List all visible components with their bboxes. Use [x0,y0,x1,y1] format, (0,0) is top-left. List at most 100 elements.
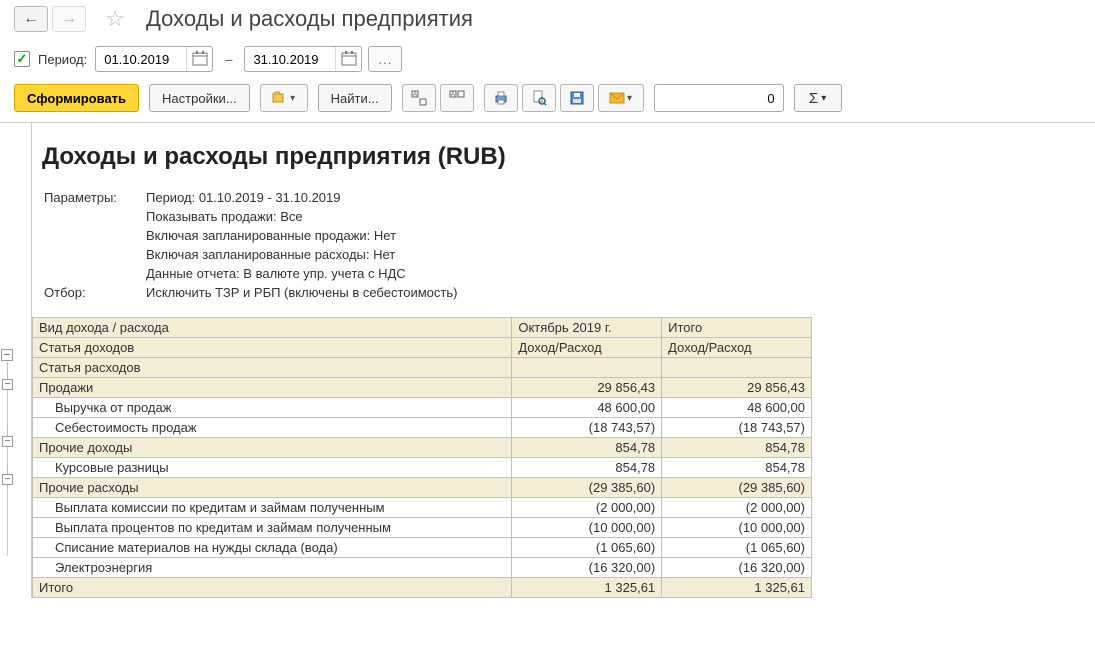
header-cell: Статья расходов [33,358,512,378]
table-row[interactable]: Продажи29 856,4329 856,43 [33,378,812,398]
calendar-icon[interactable] [186,47,212,71]
value-cell: (29 385,60) [512,478,662,498]
param-line: Включая запланированные расходы: Нет [146,246,465,263]
table-row[interactable]: Выручка от продаж48 600,0048 600,00 [33,398,812,418]
envelope-icon [609,90,625,106]
name-cell: Курсовые разницы [33,458,512,478]
variants-button[interactable]: ▾ [260,84,308,112]
generate-button[interactable]: Сформировать [14,84,139,112]
arrow-left-icon: ← [23,10,39,28]
table-row[interactable]: Выплата процентов по кредитам и займам п… [33,518,812,538]
name-cell: Выплата процентов по кредитам и займам п… [33,518,512,538]
find-button[interactable]: Найти... [318,84,392,112]
value-cell: 1 325,61 [512,578,662,598]
name-cell: Прочие доходы [33,438,512,458]
expand-groups-button[interactable]: A [402,84,436,112]
tree-expand-icon: A [411,90,427,106]
calendar-icon[interactable] [335,47,361,71]
email-button[interactable]: ▾ [598,84,644,112]
param-line: Включая запланированные продажи: Нет [146,227,465,244]
folder-arrow-icon [272,90,288,106]
table-row[interactable]: Курсовые разницы854,78854,78 [33,458,812,478]
chevron-down-icon: ▾ [627,93,632,104]
period-to-field[interactable] [245,52,335,67]
value-cell: (18 743,57) [512,418,662,438]
save-button[interactable] [560,84,594,112]
period-from-field[interactable] [96,52,186,67]
report-parameters: Параметры: Период: 01.10.2019 - 31.10.20… [32,187,1095,317]
preview-button[interactable] [522,84,556,112]
value-cell: 29 856,43 [512,378,662,398]
value-cell: 854,78 [512,458,662,478]
param-line: Данные отчета: В валюте упр. учета с НДС [146,265,465,282]
report-title: Доходы и расходы предприятия (RUB) [32,123,1095,187]
print-button[interactable] [484,84,518,112]
period-checkbox[interactable]: ✓ [14,51,30,67]
value-cell: 854,78 [512,438,662,458]
svg-text:A: A [451,92,455,98]
forward-button[interactable]: → [52,6,86,32]
value-cell: (2 000,00) [662,498,812,518]
table-row[interactable]: Итого1 325,611 325,61 [33,578,812,598]
param-line: Период: 01.10.2019 - 31.10.2019 [146,189,465,206]
value-cell: 1 325,61 [662,578,812,598]
name-cell: Себестоимость продаж [33,418,512,438]
table-row[interactable]: Прочие расходы(29 385,60)(29 385,60) [33,478,812,498]
table-row[interactable]: Прочие доходы854,78854,78 [33,438,812,458]
back-button[interactable]: ← [14,6,48,32]
name-cell: Электроэнергия [33,558,512,578]
period-to-input[interactable] [244,46,362,72]
value-cell: (1 065,60) [662,538,812,558]
period-more-button[interactable]: ... [368,46,402,72]
table-row[interactable]: Электроэнергия(16 320,00)(16 320,00) [33,558,812,578]
filter-line: Исключить ТЗР и РБП (включены в себестои… [146,284,465,301]
collapse-box[interactable]: − [2,379,13,390]
settings-button-label: Настройки... [162,91,237,106]
value-cell: 48 600,00 [662,398,812,418]
value-cell: 854,78 [662,438,812,458]
tree-collapse-icon: A [449,90,465,106]
svg-text:A: A [413,92,417,98]
value-cell: (16 320,00) [512,558,662,578]
collapse-groups-button[interactable]: A [440,84,474,112]
diskette-icon [569,90,585,106]
filter-label: Отбор: [44,284,144,301]
find-button-label: Найти... [331,91,379,106]
arrow-right-icon: → [61,10,77,28]
name-cell: Списание материалов на нужды склада (вод… [33,538,512,558]
chevron-down-icon: ▾ [821,93,826,104]
period-label: Период: [38,52,87,67]
page-magnifier-icon [531,90,547,106]
header-cell: Статья доходов [33,338,512,358]
sum-input[interactable] [654,84,784,112]
generate-button-label: Сформировать [27,91,126,106]
header-cell: Итого [662,318,812,338]
report-table: Вид дохода / расхода Октябрь 2019 г. Ито… [32,317,812,598]
header-cell: Вид дохода / расхода [33,318,512,338]
value-cell: 854,78 [662,458,812,478]
table-row[interactable]: Себестоимость продаж(18 743,57)(18 743,5… [33,418,812,438]
value-cell: (10 000,00) [512,518,662,538]
name-cell: Выплата комиссии по кредитам и займам по… [33,498,512,518]
period-dash: – [225,52,232,67]
value-cell: 29 856,43 [662,378,812,398]
name-cell: Итого [33,578,512,598]
param-line: Показывать продажи: Все [146,208,465,225]
row-outline-gutter: − − − [0,317,32,598]
settings-button[interactable]: Настройки... [149,84,250,112]
name-cell: Продажи [33,378,512,398]
page-title: Доходы и расходы предприятия [146,6,473,32]
sigma-icon: Σ [809,90,818,107]
period-from-input[interactable] [95,46,213,72]
sum-button[interactable]: Σ ▾ [794,84,842,112]
table-row[interactable]: Списание материалов на нужды склада (вод… [33,538,812,558]
value-cell: 48 600,00 [512,398,662,418]
favorite-star-icon[interactable]: ☆ [102,6,128,32]
collapse-box[interactable]: − [2,436,13,447]
printer-icon [493,90,509,106]
name-cell: Выручка от продаж [33,398,512,418]
table-row[interactable]: Выплата комиссии по кредитам и займам по… [33,498,812,518]
header-cell: Доход/Расход [512,338,662,358]
collapse-box[interactable]: − [2,474,13,485]
header-cell [512,358,662,378]
